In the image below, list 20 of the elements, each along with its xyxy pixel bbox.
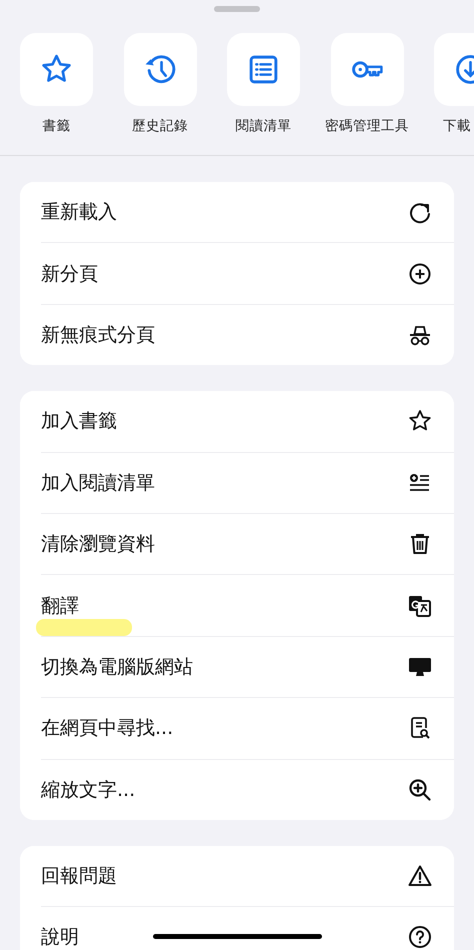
list-button[interactable] xyxy=(227,33,300,106)
history-button[interactable] xyxy=(124,33,196,106)
star-button[interactable] xyxy=(20,33,93,106)
translate-icon xyxy=(408,594,432,618)
shortcut-label: 書籤 xyxy=(42,117,70,135)
zoom-in-icon xyxy=(408,778,432,802)
shortcut-label: 閱讀清單 xyxy=(236,117,292,135)
star-icon xyxy=(408,409,432,434)
help-icon xyxy=(408,925,432,950)
find-in-page-icon xyxy=(408,716,432,740)
shortcut-label: 密碼管理工具 xyxy=(325,117,409,135)
key-button[interactable] xyxy=(330,33,404,106)
plus-circle-icon xyxy=(408,262,432,286)
list-icon xyxy=(247,53,280,86)
shortcut-label: 歷史記錄 xyxy=(132,117,188,135)
reload-icon xyxy=(408,200,432,224)
shortcut-label: 下載 xyxy=(443,117,471,135)
warning-icon xyxy=(408,864,432,888)
history-icon xyxy=(144,53,176,86)
trash-icon xyxy=(408,532,432,556)
